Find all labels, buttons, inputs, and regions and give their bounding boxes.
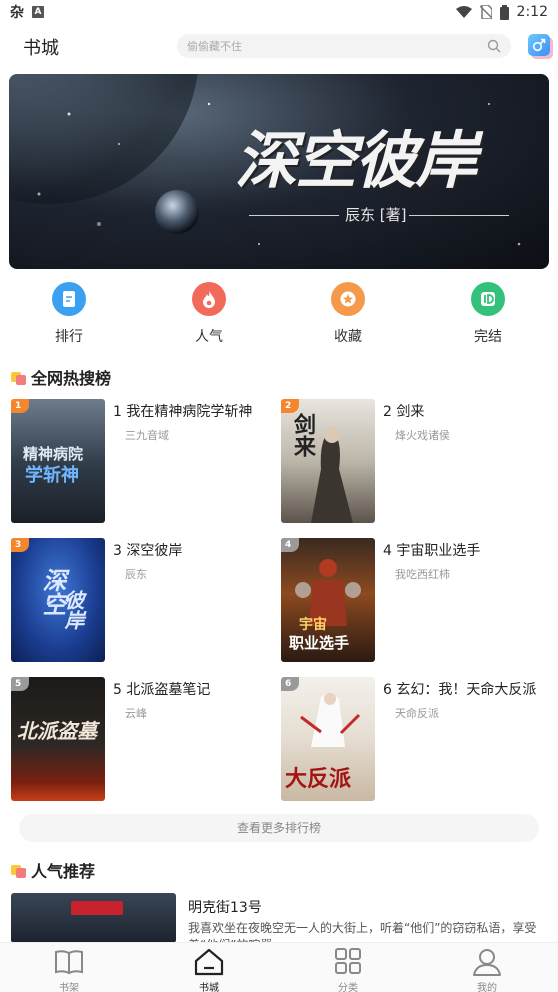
book-author: 我吃西红柿 xyxy=(395,568,450,581)
hot-section-header: 全网热搜榜 xyxy=(11,366,111,388)
status-bar: 杂 A 2:12 xyxy=(0,0,558,24)
book-cover: 精神病院 学斩神 1 xyxy=(11,399,105,523)
book-author: 天命反派 xyxy=(395,707,439,720)
tab-label: 书城 xyxy=(199,983,219,992)
tab-label: 我的 xyxy=(477,983,497,992)
tab-category[interactable]: 分类 xyxy=(318,947,378,992)
star-icon xyxy=(331,282,365,316)
recommendation-item[interactable]: 明克街13号 我喜欢坐在夜晚空无一人的大街上，听着“他们”的窃窃私语，享受着“他… xyxy=(11,893,551,943)
tab-label: 分类 xyxy=(338,983,358,992)
status-time: 2:12 xyxy=(516,4,548,20)
more-rankings-button[interactable]: 查看更多排行榜 xyxy=(19,814,539,842)
book-title: 1 我在精神病院学斩神 xyxy=(113,404,253,420)
book-title: 5 北派盗墓笔记 xyxy=(113,682,211,698)
ranking-item[interactable]: 剑来 2 2 剑来 烽火戏诸侯 xyxy=(281,399,551,525)
tab-bookstore[interactable]: 书城 xyxy=(179,947,239,992)
user-icon xyxy=(473,949,501,976)
quick-nav: 排行 人气 收藏 完结 xyxy=(0,282,558,346)
book-title: 6 玄幻：我！天命大反派 xyxy=(383,682,537,698)
male-gender-icon xyxy=(532,38,546,52)
book-cover: 大反派 6 xyxy=(281,677,375,801)
banner-divider xyxy=(409,215,509,216)
status-notification-icon: A xyxy=(32,6,44,18)
book-author: 烽火戏诸侯 xyxy=(395,429,450,442)
quick-nav-ranking[interactable]: 排行 xyxy=(34,282,104,346)
quick-nav-label: 人气 xyxy=(195,329,223,345)
section-title: 人气推荐 xyxy=(31,862,96,881)
popular-section-header: 人气推荐 xyxy=(11,859,95,881)
book-open-icon xyxy=(55,950,83,975)
grid-icon xyxy=(335,948,361,974)
search-bar[interactable] xyxy=(177,34,511,58)
book-cover: 北派盗墓 5 xyxy=(11,677,105,801)
book-title: 3 深空彼岸 xyxy=(113,543,183,559)
ranking-icon xyxy=(52,282,86,316)
ranking-item[interactable]: 宇宙 职业选手 4 4 宇宙职业选手 我吃西红柿 xyxy=(281,538,551,664)
section-title: 全网热搜榜 xyxy=(31,369,112,388)
quick-nav-label: 完结 xyxy=(474,329,502,345)
tab-label: 书架 xyxy=(59,983,79,992)
book-description: 我喜欢坐在夜晚空无一人的大街上，听着“他们”的窃窃私语，享受着“他们”的喧嚣 xyxy=(188,921,537,943)
ranking-item[interactable]: 深空 彼岸 3 3 深空彼岸 辰东 xyxy=(11,538,281,664)
book-title: 明克街13号 xyxy=(188,900,262,916)
rank-badge: 3 xyxy=(11,538,29,552)
quick-nav-favorites[interactable]: 收藏 xyxy=(313,282,383,346)
wifi-icon xyxy=(455,6,472,18)
book-title: 2 剑来 xyxy=(383,404,425,420)
banner-divider xyxy=(249,215,339,216)
quick-nav-label: 收藏 xyxy=(334,329,362,345)
book-author: 辰东 xyxy=(125,568,147,581)
bottom-nav: 书架 书城 分类 我的 xyxy=(0,942,558,992)
quick-nav-completed[interactable]: 完结 xyxy=(453,282,523,346)
quick-nav-popular[interactable]: 人气 xyxy=(174,282,244,346)
completed-icon xyxy=(471,282,505,316)
gender-switch-button[interactable] xyxy=(528,34,550,56)
header: 书城 xyxy=(0,30,558,62)
rank-badge: 4 xyxy=(281,538,299,552)
book-cover xyxy=(11,893,176,943)
rank-badge: 2 xyxy=(281,399,299,413)
banner-author: 辰东 [著] xyxy=(345,206,407,224)
no-sim-icon xyxy=(479,5,492,19)
book-cover: 剑来 2 xyxy=(281,399,375,523)
rank-badge: 6 xyxy=(281,677,299,691)
search-input[interactable] xyxy=(177,34,467,58)
search-icon[interactable] xyxy=(487,39,501,53)
section-mark-icon xyxy=(11,370,27,385)
banner-title: 深空彼岸 xyxy=(235,124,477,197)
ranking-item[interactable]: 大反派 6 6 玄幻：我！天命大反派 天命反派 xyxy=(281,677,551,803)
book-author: 云峰 xyxy=(125,707,147,720)
rank-badge: 5 xyxy=(11,677,29,691)
status-app-icon: 杂 xyxy=(10,5,24,21)
battery-icon xyxy=(499,4,509,20)
tab-bookshelf[interactable]: 书架 xyxy=(39,947,99,992)
section-mark-icon xyxy=(11,863,27,878)
book-author: 三九音域 xyxy=(125,429,169,442)
home-icon xyxy=(194,948,224,976)
tab-mine[interactable]: 我的 xyxy=(457,947,517,992)
ranking-item[interactable]: 精神病院 学斩神 1 1 我在精神病院学斩神 三九音域 xyxy=(11,399,281,525)
ranking-item[interactable]: 北派盗墓 5 5 北派盗墓笔记 云峰 xyxy=(11,677,281,803)
book-cover: 宇宙 职业选手 4 xyxy=(281,538,375,662)
page-title: 书城 xyxy=(23,38,59,59)
rank-badge: 1 xyxy=(11,399,29,413)
book-title: 4 宇宙职业选手 xyxy=(383,543,481,559)
quick-nav-label: 排行 xyxy=(55,329,83,345)
featured-banner[interactable]: 深空彼岸 辰东 [著] xyxy=(9,74,549,269)
fire-icon xyxy=(192,282,226,316)
book-cover: 深空 彼岸 3 xyxy=(11,538,105,662)
